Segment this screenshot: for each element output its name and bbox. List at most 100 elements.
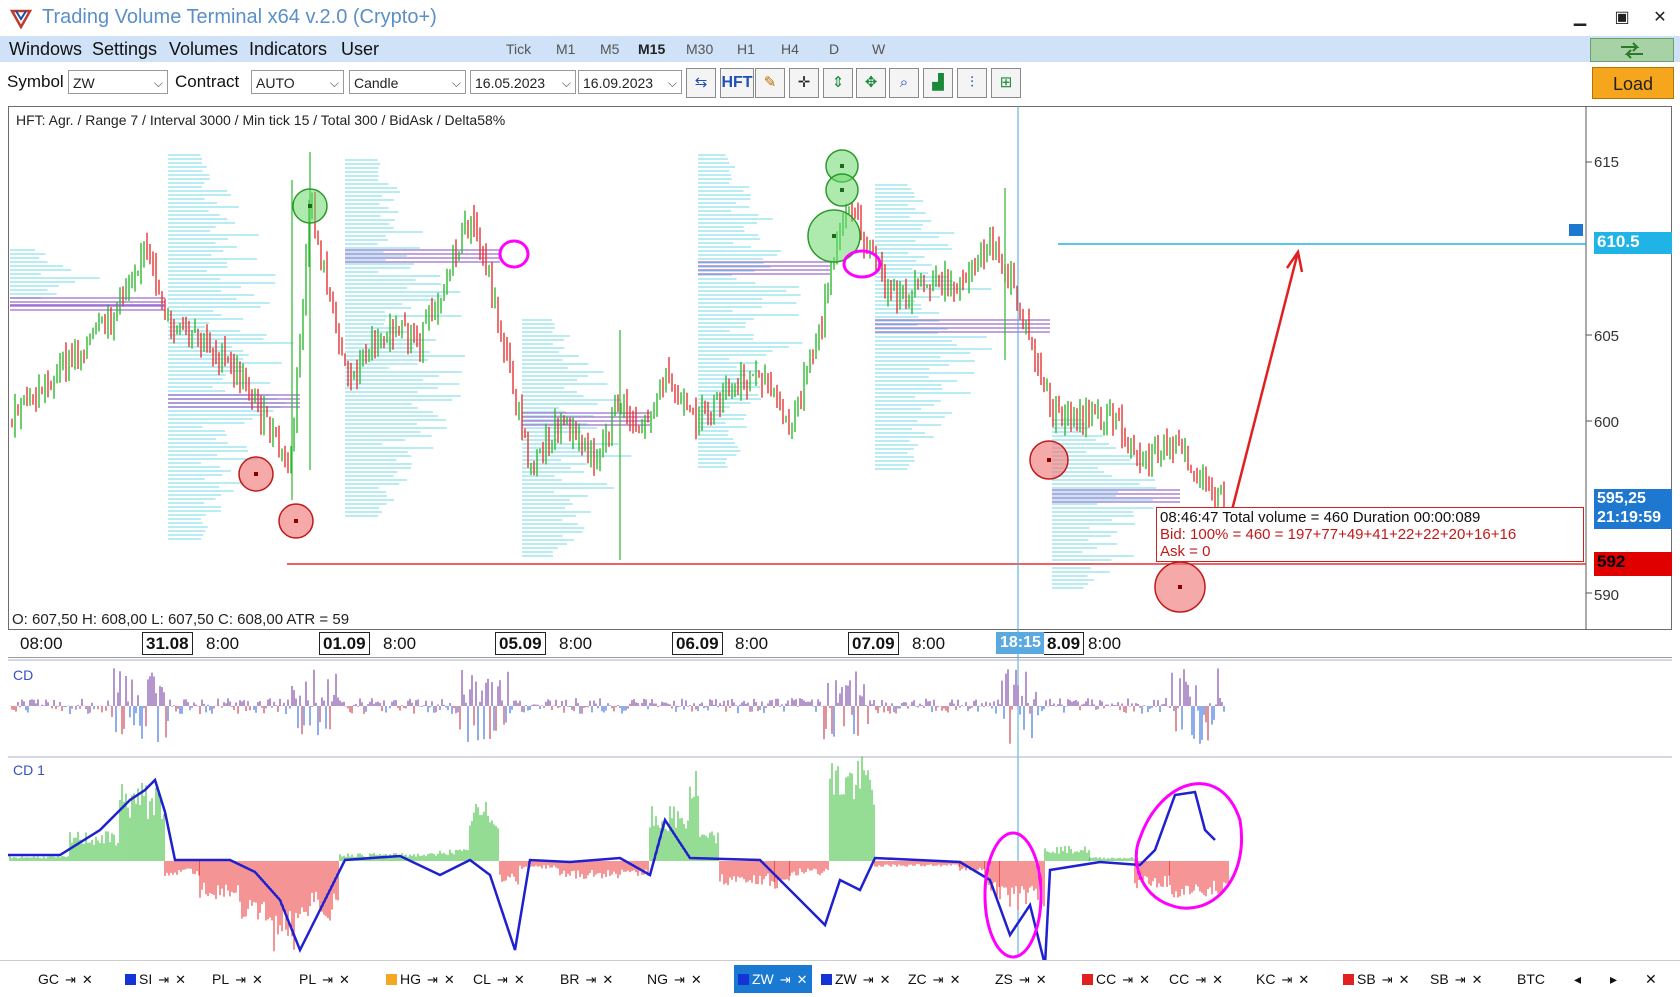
- time-label: 8:00: [912, 634, 946, 653]
- pin-icon[interactable]: ⇥: [65, 972, 76, 987]
- close-icon[interactable]: ✕: [82, 972, 93, 987]
- time-label: 8:00: [1088, 634, 1122, 653]
- close-icon[interactable]: ✕: [1036, 972, 1047, 987]
- pin-icon[interactable]: ⇥: [1019, 972, 1030, 987]
- tooltip-line3: Ask = 0: [1160, 543, 1211, 560]
- close-icon[interactable]: ✕: [1139, 972, 1150, 987]
- symbol-tab[interactable]: NG ⇥ ✕: [647, 965, 702, 993]
- scroll-right-icon[interactable]: ▸: [1610, 965, 1617, 993]
- symbol-tab[interactable]: CC ⇥ ✕: [1169, 965, 1223, 993]
- close-icon[interactable]: ✕: [691, 972, 702, 987]
- symbol-tab[interactable]: GC ⇥ ✕: [38, 965, 93, 993]
- close-icon[interactable]: ✕: [950, 972, 961, 987]
- pin-icon[interactable]: ⇥: [1455, 972, 1466, 987]
- close-icon[interactable]: ✕: [1298, 972, 1309, 987]
- symbol-tab[interactable]: ZW ⇥ ✕: [821, 965, 891, 993]
- bubble-center: [840, 164, 844, 168]
- bubble-center: [308, 204, 312, 208]
- close-icon[interactable]: ✕: [1399, 972, 1410, 987]
- date-label: 07.09: [848, 632, 899, 655]
- bubble-center: [294, 519, 298, 523]
- pin-icon[interactable]: ⇥: [322, 972, 333, 987]
- price-tick: 615: [1594, 154, 1620, 171]
- symbol-tab-label: CL: [473, 971, 491, 987]
- cd-panel-title: CD: [13, 667, 34, 683]
- pin-icon[interactable]: ⇥: [933, 972, 944, 987]
- close-icon[interactable]: ✕: [252, 972, 263, 987]
- time-label: 8:00: [206, 634, 240, 653]
- close-icon[interactable]: ✕: [1472, 972, 1483, 987]
- symbol-tab-label: SB: [1357, 971, 1376, 987]
- close-icon[interactable]: ✕: [514, 972, 525, 987]
- symbol-tab[interactable]: SB ⇥ ✕: [1430, 965, 1483, 993]
- close-icon[interactable]: ✕: [602, 972, 613, 987]
- symbol-tab[interactable]: HG ⇥ ✕: [386, 965, 455, 993]
- symbol-tab[interactable]: BTC: [1517, 965, 1545, 993]
- time-label: 8:00: [383, 634, 417, 653]
- level-price-label: 610.5: [1594, 232, 1672, 254]
- pin-icon[interactable]: ⇥: [235, 972, 246, 987]
- chart-caption: HFT: Agr. / Range 7 / Interval 3000 / Mi…: [16, 112, 506, 128]
- bell-icon: [1569, 224, 1583, 236]
- close-icon[interactable]: ✕: [880, 972, 891, 987]
- red-level-label: 592: [1594, 552, 1672, 576]
- pin-icon[interactable]: ⇥: [674, 972, 685, 987]
- color-swatch-icon: [125, 974, 136, 985]
- symbol-tab[interactable]: CL ⇥ ✕: [473, 965, 525, 993]
- cd-panel: [8, 659, 1672, 758]
- close-icon[interactable]: ✕: [1645, 965, 1657, 993]
- red-arrow: [1230, 251, 1300, 511]
- pin-icon[interactable]: ⇥: [158, 972, 169, 987]
- color-swatch-icon: [1343, 974, 1354, 985]
- bubble-center: [1178, 585, 1182, 589]
- symbol-tab[interactable]: SI ⇥ ✕: [125, 965, 186, 993]
- close-icon[interactable]: ✕: [175, 972, 186, 987]
- last-time: 21:19:59: [1597, 509, 1662, 526]
- pin-icon[interactable]: ⇥: [1195, 972, 1206, 987]
- pin-icon[interactable]: ⇥: [1122, 972, 1133, 987]
- close-icon[interactable]: ✕: [797, 972, 808, 987]
- pin-icon[interactable]: ⇥: [497, 972, 508, 987]
- pin-icon[interactable]: ⇥: [1281, 972, 1292, 987]
- symbol-tab-label: ZW: [752, 971, 774, 987]
- time-label: 8:00: [559, 634, 593, 653]
- color-swatch-icon: [821, 974, 832, 985]
- symbol-tab[interactable]: PL ⇥ ✕: [299, 965, 350, 993]
- symbol-tab[interactable]: KC ⇥ ✕: [1256, 965, 1309, 993]
- date-label: 31.08: [142, 632, 193, 655]
- close-icon[interactable]: ✕: [444, 972, 455, 987]
- close-icon[interactable]: ✕: [339, 972, 350, 987]
- symbol-tab[interactable]: ZW ⇥ ✕: [734, 965, 812, 993]
- cursor-time-label: 18:15: [996, 632, 1045, 654]
- tooltip-line1: 08:46:47 Total volume = 460 Duration 00:…: [1160, 509, 1481, 526]
- scroll-left-icon[interactable]: ◂: [1574, 965, 1581, 993]
- symbol-tab[interactable]: SB ⇥ ✕: [1343, 965, 1410, 993]
- pin-icon[interactable]: ⇥: [585, 972, 596, 987]
- bubble-center: [832, 234, 836, 238]
- symbol-tab[interactable]: ZS ⇥ ✕: [995, 965, 1047, 993]
- pin-icon[interactable]: ⇥: [427, 972, 438, 987]
- chart-canvas[interactable]: [0, 0, 1680, 960]
- close-icon[interactable]: ✕: [1212, 972, 1223, 987]
- pin-icon[interactable]: ⇥: [863, 972, 874, 987]
- symbol-tab[interactable]: ZC ⇥ ✕: [908, 965, 960, 993]
- symbol-tab-label: HG: [400, 971, 421, 987]
- symbol-tab[interactable]: CC ⇥ ✕: [1082, 965, 1150, 993]
- pin-icon[interactable]: ⇥: [1382, 972, 1393, 987]
- date-label: 8.09: [1044, 632, 1085, 655]
- symbol-tab-label: BTC: [1517, 971, 1545, 987]
- symbol-tab-label: CC: [1096, 971, 1117, 987]
- magenta-circle-annotation: [842, 249, 882, 279]
- pin-icon[interactable]: ⇥: [780, 972, 791, 987]
- symbol-tab[interactable]: PL ⇥ ✕: [212, 965, 263, 993]
- symbol-tab-label: ZW: [835, 971, 857, 987]
- symbol-tab-bar: GC ⇥ ✕ SI ⇥ ✕ PL ⇥ ✕ PL ⇥ ✕ HG ⇥ ✕ CL ⇥ ✕ BR ⇥ ✕ NG ⇥ ✕ ZW ⇥ ✕ ZW ⇥ ✕…: [0, 960, 1680, 997]
- date-label: 05.09: [495, 632, 546, 655]
- symbol-tab-label: KC: [1256, 971, 1276, 987]
- price-tick: 600: [1594, 414, 1620, 431]
- symbol-tab-label: ZC: [908, 971, 927, 987]
- symbol-tab[interactable]: BR ⇥ ✕: [560, 965, 613, 993]
- symbol-tab-label: SB: [1430, 971, 1449, 987]
- color-swatch-icon: [386, 974, 397, 985]
- symbol-tab-label: PL: [299, 971, 317, 987]
